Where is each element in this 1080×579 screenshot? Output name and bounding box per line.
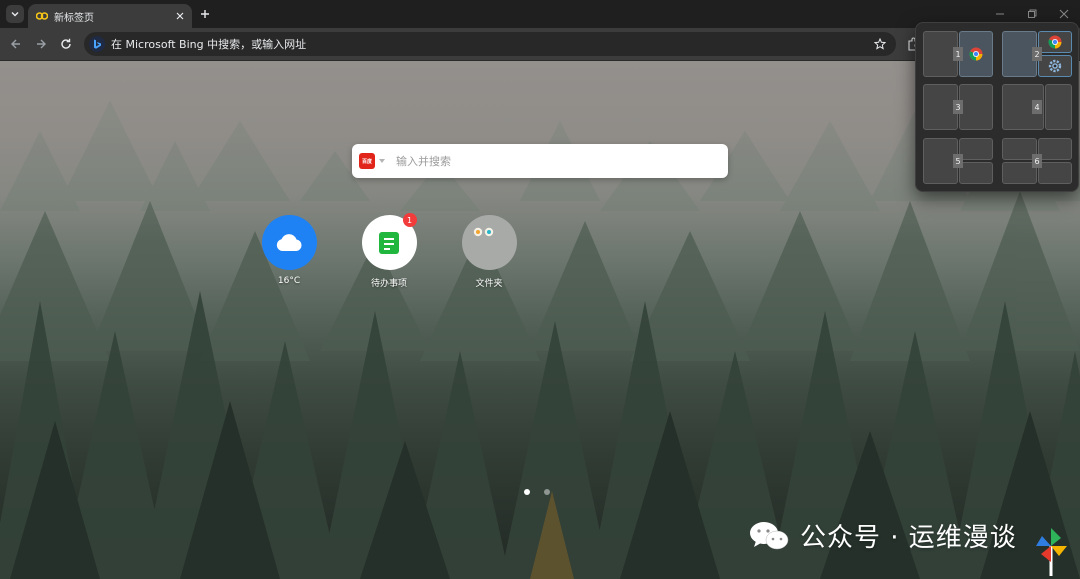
snap-layout-4[interactable]: 4 (1002, 84, 1072, 130)
snap-zone-right[interactable] (1045, 84, 1072, 130)
tab-title: 新标签页 (54, 12, 94, 24)
close-icon (1059, 9, 1069, 19)
snap-layout-5[interactable]: 5 (923, 138, 993, 184)
snap-layouts-flyout: 1 2 3 4 5 6 (915, 22, 1079, 192)
close-tab-icon[interactable] (172, 8, 188, 24)
snap-layout-3[interactable]: 3 (923, 84, 993, 130)
snap-zone-number: 2 (1032, 47, 1042, 61)
snap-zone-number: 4 (1032, 100, 1042, 114)
tab-new-tab[interactable]: 新标签页 (28, 4, 192, 28)
todo-tile[interactable]: 1 (361, 213, 417, 270)
address-bar[interactable]: 在 Microsoft Bing 中搜索，或输入网址 (84, 32, 896, 56)
new-tab-button[interactable] (197, 6, 213, 22)
todo-note-icon (379, 231, 399, 254)
page-indicator (524, 489, 550, 495)
snap-layout-1[interactable]: 1 (923, 31, 993, 77)
reload-icon (61, 38, 71, 49)
page-dot[interactable] (544, 489, 550, 495)
folder-label: 文件夹 (475, 279, 503, 289)
settings-gear-icon (1048, 59, 1062, 73)
wechat-watermark: 公众号 · 运维漫谈 (748, 517, 1017, 554)
weather-temperature: 16°C (277, 276, 301, 286)
arrow-left-icon (11, 39, 20, 49)
restore-icon (1028, 9, 1037, 18)
shortcut-weather[interactable]: 16°C (254, 215, 324, 286)
tab-favicon-icon (36, 10, 48, 22)
snap-zone-right[interactable] (959, 84, 993, 130)
engine-caret-icon[interactable] (378, 157, 386, 165)
chrome-app-icon (1048, 35, 1062, 49)
wechat-icon (750, 521, 789, 549)
plus-icon (201, 10, 209, 18)
arrow-right-icon (37, 39, 46, 49)
folder-group-icon (473, 227, 493, 237)
snap-zone-top-right[interactable] (1038, 138, 1072, 160)
chevron-down-icon (11, 12, 19, 17)
baidu-engine-icon[interactable]: 百度 (359, 153, 375, 169)
snap-zone-number: 6 (1032, 154, 1042, 168)
weather-tile[interactable] (261, 215, 317, 270)
snap-zone-number: 5 (953, 154, 963, 168)
todo-count-badge: 1 (402, 213, 417, 227)
chrome-app-icon (969, 47, 983, 61)
snap-zone-bottom-right[interactable] (959, 162, 993, 184)
bing-icon (89, 36, 105, 52)
search-input[interactable] (396, 154, 716, 168)
shortcut-folder[interactable]: 文件夹 (454, 215, 524, 289)
pinwheel-logo (1036, 528, 1067, 576)
address-bar-text: 在 Microsoft Bing 中搜索，或输入网址 (111, 38, 307, 51)
back-button[interactable] (8, 36, 24, 52)
snap-zone-bottom-right[interactable] (1038, 162, 1072, 184)
snap-zone-number: 3 (953, 100, 963, 114)
folder-tile[interactable] (461, 215, 517, 270)
search-box[interactable]: 百度 (352, 144, 728, 178)
page-dot-active[interactable] (524, 489, 530, 495)
tab-search-button[interactable] (6, 5, 24, 23)
shortcut-todo[interactable]: 1 待办事项 (354, 213, 424, 289)
todo-label: 待办事项 (370, 279, 407, 289)
snap-layout-6[interactable]: 6 (1002, 138, 1072, 184)
snap-zone-top-right[interactable] (959, 138, 993, 160)
snap-layout-2[interactable]: 2 (1002, 31, 1072, 77)
snap-zone-number: 1 (953, 47, 963, 61)
bookmark-star-icon[interactable] (872, 36, 888, 52)
cloud-icon (276, 233, 302, 251)
forward-button[interactable] (33, 36, 49, 52)
reload-button[interactable] (58, 36, 74, 52)
minimize-icon (996, 13, 1004, 15)
watermark-text: 公众号 · 运维漫谈 (800, 523, 1017, 553)
